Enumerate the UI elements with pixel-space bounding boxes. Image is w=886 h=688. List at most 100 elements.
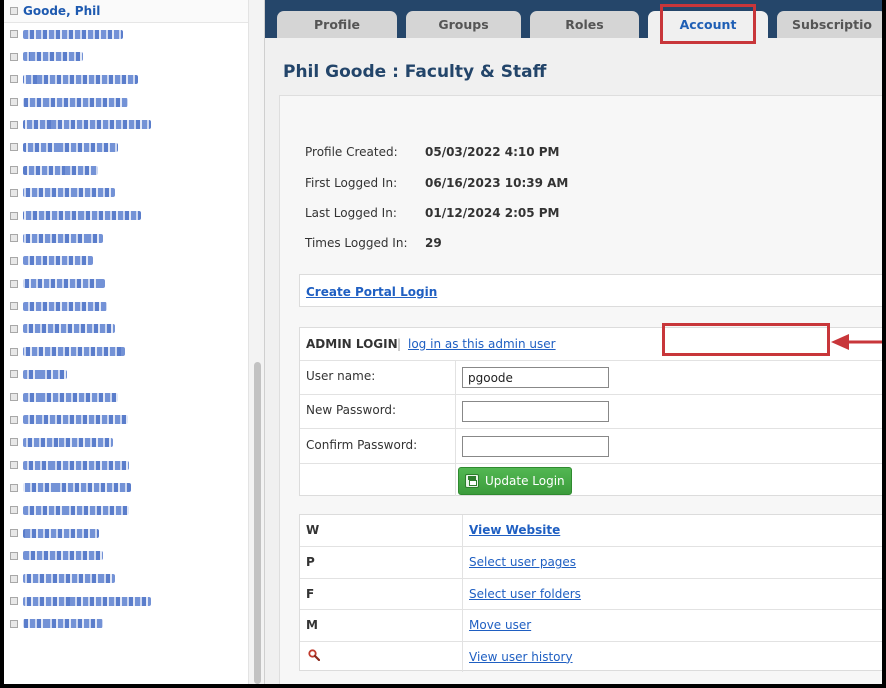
tree-expander-icon[interactable] [10, 483, 18, 492]
select-user-pages-link[interactable]: Select user pages [469, 555, 576, 569]
tree-item-redacted-user[interactable] [4, 45, 248, 68]
tree-item-redacted-user[interactable] [4, 272, 248, 295]
redacted-name-icon [23, 596, 151, 606]
tree-item-redacted-user[interactable] [4, 113, 248, 136]
tree-item-redacted-user[interactable] [4, 295, 248, 318]
tree-expander-icon[interactable] [10, 120, 18, 129]
tree-item-redacted-user[interactable] [4, 386, 248, 409]
create-portal-login-link[interactable]: Create Portal Login [306, 285, 437, 299]
tree-item-redacted-user[interactable] [4, 136, 248, 159]
redacted-name-icon [23, 347, 125, 357]
redacted-name-icon [23, 528, 99, 538]
redacted-name-icon [23, 324, 115, 334]
tree-item-redacted-user[interactable] [4, 182, 248, 205]
times-logged-in-row: Times Logged In: 29 [305, 236, 442, 250]
new-password-input[interactable] [462, 401, 609, 422]
tree-expander-icon[interactable] [10, 166, 18, 175]
tree-expander-icon[interactable] [10, 551, 18, 560]
tree-item-redacted-user[interactable] [4, 250, 248, 273]
user-tree-list: Goode, Phil [4, 0, 248, 635]
tree-expander-icon[interactable] [10, 597, 18, 606]
tree-expander-icon[interactable] [10, 234, 18, 243]
profile-created-row: Profile Created: 05/03/2022 4:10 PM [305, 145, 560, 159]
sidebar-scrollbar-thumb[interactable] [254, 362, 261, 684]
update-login-label: Update Login [485, 474, 565, 488]
login-as-admin-link[interactable]: log in as this admin user [408, 337, 556, 351]
tree-expander-icon[interactable] [10, 30, 18, 39]
tree-expander-icon[interactable] [10, 370, 18, 379]
user-tree-sidebar: Goode, Phil [4, 0, 265, 684]
tree-expander-icon[interactable] [10, 188, 18, 197]
tree-expander-icon[interactable] [10, 256, 18, 265]
admin-column-divider [455, 395, 456, 428]
update-login-button[interactable]: Update Login [458, 467, 572, 495]
account-tab-highlight-box [660, 4, 756, 44]
redacted-name-icon [23, 233, 103, 243]
times-logged-in-label: Times Logged In: [305, 236, 408, 250]
tree-expander-icon[interactable] [10, 438, 18, 447]
tree-item-redacted-user[interactable] [4, 204, 248, 227]
tree-expander-icon[interactable] [10, 529, 18, 538]
tree-expander-icon[interactable] [10, 52, 18, 61]
confirm-password-input[interactable] [462, 436, 609, 457]
tree-expander-icon[interactable] [10, 506, 18, 515]
tree-item-redacted-user[interactable] [4, 454, 248, 477]
redacted-name-icon [23, 188, 115, 198]
tree-item-redacted-user[interactable] [4, 499, 248, 522]
tree-expander-icon[interactable] [10, 574, 18, 583]
profile-created-value: 05/03/2022 4:10 PM [425, 145, 560, 159]
tree-item-redacted-user[interactable] [4, 567, 248, 590]
tree-expander-icon[interactable] [10, 461, 18, 470]
action-row: M Move user [300, 609, 882, 641]
new-password-row: New Password: [300, 394, 882, 428]
tree-expander-icon[interactable] [10, 324, 18, 333]
tree-item-redacted-user[interactable] [4, 431, 248, 454]
tree-item-redacted-user[interactable] [4, 91, 248, 114]
tab-roles[interactable]: Roles [530, 11, 639, 38]
redacted-name-icon [23, 74, 138, 84]
tree-expander-icon[interactable] [10, 143, 18, 152]
tree-expander-icon[interactable] [10, 6, 18, 15]
tree-item-redacted-user[interactable] [4, 408, 248, 431]
search-icon [308, 648, 320, 661]
confirm-password-label: Confirm Password: [306, 438, 418, 452]
tree-expander-icon[interactable] [10, 415, 18, 424]
tree-expander-icon[interactable] [10, 347, 18, 356]
username-input[interactable] [462, 367, 609, 388]
redacted-name-icon [23, 165, 98, 175]
view-user-history-link[interactable]: View user history [469, 650, 573, 664]
tree-item-redacted-user[interactable] [4, 340, 248, 363]
action-row: View user history [300, 640, 882, 672]
tree-item-redacted-user[interactable] [4, 476, 248, 499]
view-website-link[interactable]: View Website [469, 523, 560, 537]
username-row: User name: [300, 360, 882, 394]
tree-item-redacted-user[interactable] [4, 522, 248, 545]
tree-item-redacted-user[interactable] [4, 23, 248, 46]
tab-groups[interactable]: Groups [406, 11, 521, 38]
tree-expander-icon[interactable] [10, 211, 18, 220]
tree-expander-icon[interactable] [10, 393, 18, 402]
tree-expander-icon[interactable] [10, 279, 18, 288]
tree-item-selected-user[interactable]: Goode, Phil [4, 0, 248, 23]
tree-item-redacted-user[interactable] [4, 68, 248, 91]
admin-link-highlight-box [662, 323, 830, 356]
select-user-folders-link[interactable]: Select user folders [469, 587, 581, 601]
tab-subscriptions[interactable]: Subscriptio [777, 11, 882, 38]
tree-item-redacted-user[interactable] [4, 613, 248, 636]
move-user-link[interactable]: Move user [469, 618, 531, 632]
tree-expander-icon[interactable] [10, 98, 18, 107]
tree-item-redacted-user[interactable] [4, 590, 248, 613]
redacted-name-icon [23, 551, 103, 561]
tree-expander-icon[interactable] [10, 75, 18, 84]
tree-item-redacted-user[interactable] [4, 363, 248, 386]
tree-item-redacted-user[interactable] [4, 159, 248, 182]
action-column-divider [462, 547, 463, 578]
sidebar-scrollbar[interactable] [248, 0, 264, 684]
tree-expander-icon[interactable] [10, 619, 18, 628]
tree-item-redacted-user[interactable] [4, 318, 248, 341]
tree-item-redacted-user[interactable] [4, 227, 248, 250]
tree-item-redacted-user[interactable] [4, 545, 248, 568]
redacted-name-icon [23, 142, 118, 152]
tab-profile[interactable]: Profile [277, 11, 397, 38]
tree-expander-icon[interactable] [10, 302, 18, 311]
